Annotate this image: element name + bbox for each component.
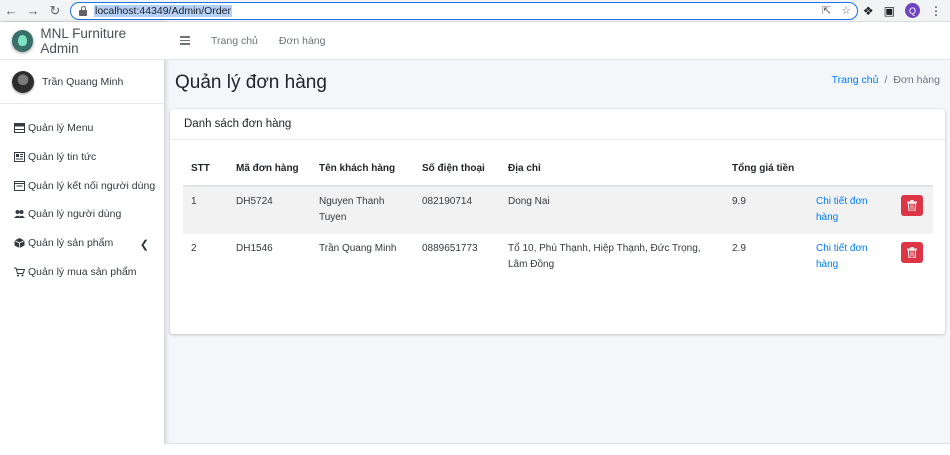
nav-link-home[interactable]: Trang chủ <box>211 35 258 47</box>
page-title: Quản lý đơn hàng <box>175 72 327 93</box>
breadcrumb: Trang chủ / Đơn hàng <box>832 74 940 86</box>
profile-avatar[interactable]: Q <box>905 3 920 18</box>
sidebar-item-users[interactable]: Quản lý người dùng <box>0 200 164 229</box>
menu-table-icon <box>14 123 25 134</box>
column-header-phone: Số điện thoại <box>414 157 500 187</box>
chevron-left-icon[interactable]: ❮ <box>140 238 149 251</box>
sidebar-item-purchases[interactable]: Quản lý mua sản phẩm <box>0 257 164 286</box>
cell-code: DH1546 <box>236 243 273 254</box>
brand-link[interactable]: MNL Furniture Admin <box>0 22 164 60</box>
sidebar-menu: Quản lý Menu Quản lý tin tức Quản lý kết… <box>0 104 164 286</box>
sidepanel-icon[interactable]: ▣ <box>884 4 895 18</box>
breadcrumb-home[interactable]: Trang chủ <box>832 74 879 86</box>
order-detail-link[interactable]: Chi tiết đơn hàng <box>816 243 868 270</box>
box-icon <box>14 238 25 249</box>
cell-stt: 2 <box>191 243 197 254</box>
sidebar-item-menu[interactable]: Quản lý Menu <box>0 114 164 143</box>
window-icon <box>14 180 25 191</box>
column-header-stt: STT <box>183 157 228 187</box>
cell-address: Tổ 10, Phú Thạnh, Hiệp Thạnh, Đức Trọng,… <box>508 243 701 270</box>
forward-icon[interactable]: → <box>22 0 44 22</box>
cell-total: 2.9 <box>732 243 746 254</box>
delete-button[interactable] <box>901 242 923 263</box>
trash-icon <box>907 200 917 211</box>
cell-stt: 1 <box>183 186 228 234</box>
sidebar-item-label: Quản lý mua sản phẩm <box>28 265 137 278</box>
footer <box>164 443 950 455</box>
table-row: 2 DH1546 Trần Quang Minh 0889651773 Tổ 1… <box>183 234 933 282</box>
column-header-actions <box>808 157 893 187</box>
breadcrumb-separator: / <box>884 74 888 86</box>
table-row: 1 DH5724 Nguyen Thanh Tuyen 082190714 Do… <box>183 186 933 234</box>
sidebar-item-label: Quản lý Menu <box>28 122 94 135</box>
cell-phone: 082190714 <box>414 186 500 234</box>
more-icon[interactable]: ⋮ <box>930 4 942 18</box>
reload-icon[interactable]: ↻ <box>44 0 66 22</box>
cell-code: DH5724 <box>228 186 311 234</box>
column-header-code: Mã đơn hàng <box>228 157 311 187</box>
lock-icon <box>79 6 88 16</box>
browser-toolbar: ← → ↻ localhost:44349/Admin/Order ⇱ ☆ ❖ … <box>0 0 950 22</box>
cell-customer: Nguyen Thanh Tuyen <box>311 186 414 234</box>
brand-logo <box>12 29 34 52</box>
star-icon[interactable]: ☆ <box>841 4 851 17</box>
top-navbar: Trang chủ Đơn hàng <box>164 22 950 60</box>
share-icon[interactable]: ⇱ <box>822 4 831 17</box>
sidebar: MNL Furniture Admin Trần Quang Minh Quản… <box>0 22 164 455</box>
hamburger-icon[interactable] <box>180 36 190 45</box>
breadcrumb-current: Đơn hàng <box>893 74 940 86</box>
delete-button[interactable] <box>901 195 923 216</box>
sidebar-item-label: Quản lý người dùng <box>28 208 122 221</box>
column-header-address: Địa chỉ <box>500 157 724 187</box>
back-icon[interactable]: ← <box>0 0 22 22</box>
cell-customer: Trần Quang Minh <box>319 243 397 254</box>
column-header-customer: Tên khách hàng <box>311 157 414 187</box>
url-text[interactable]: localhost:44349/Admin/Order <box>94 5 232 17</box>
orders-table: STT Mã đơn hàng Tên khách hàng Số điện t… <box>183 157 933 282</box>
cell-address: Dong Nai <box>500 186 724 234</box>
brand-name: MNL Furniture Admin <box>40 25 127 56</box>
newspaper-icon <box>14 152 25 163</box>
cell-phone: 0889651773 <box>422 243 478 254</box>
extensions-icon[interactable]: ❖ <box>863 4 874 18</box>
sidebar-item-news[interactable]: Quản lý tin tức <box>0 143 164 172</box>
table-header-row: STT Mã đơn hàng Tên khách hàng Số điện t… <box>183 157 933 187</box>
sidebar-item-user-connections[interactable]: Quản lý kết nối người dùng <box>0 171 164 200</box>
user-name[interactable]: Trần Quang Minh <box>42 76 123 88</box>
trash-icon <box>907 247 917 258</box>
nav-link-orders[interactable]: Đơn hàng <box>279 35 326 47</box>
cell-total: 9.9 <box>724 186 808 234</box>
card-title: Danh sách đơn hàng <box>170 109 945 140</box>
sidebar-item-label: Quản lý kết nối người dùng <box>28 179 156 192</box>
sidebar-item-label: Quản lý sản phẩm <box>28 237 114 250</box>
address-bar[interactable]: localhost:44349/Admin/Order ⇱ ☆ <box>70 2 858 20</box>
column-header-delete <box>893 157 933 187</box>
column-header-total: Tổng giá tiền <box>724 157 808 187</box>
sidebar-item-products[interactable]: Quản lý sản phẩm ❮ <box>0 229 164 258</box>
sidebar-item-label: Quản lý tin tức <box>28 151 97 164</box>
orders-card: Danh sách đơn hàng STT Mã đơn hàng Tên k… <box>170 109 945 334</box>
cart-icon <box>14 267 25 277</box>
user-panel[interactable]: Trần Quang Minh <box>0 60 164 104</box>
order-detail-link[interactable]: Chi tiết đơn hàng <box>816 196 868 223</box>
avatar <box>12 70 34 93</box>
users-icon <box>14 209 25 219</box>
